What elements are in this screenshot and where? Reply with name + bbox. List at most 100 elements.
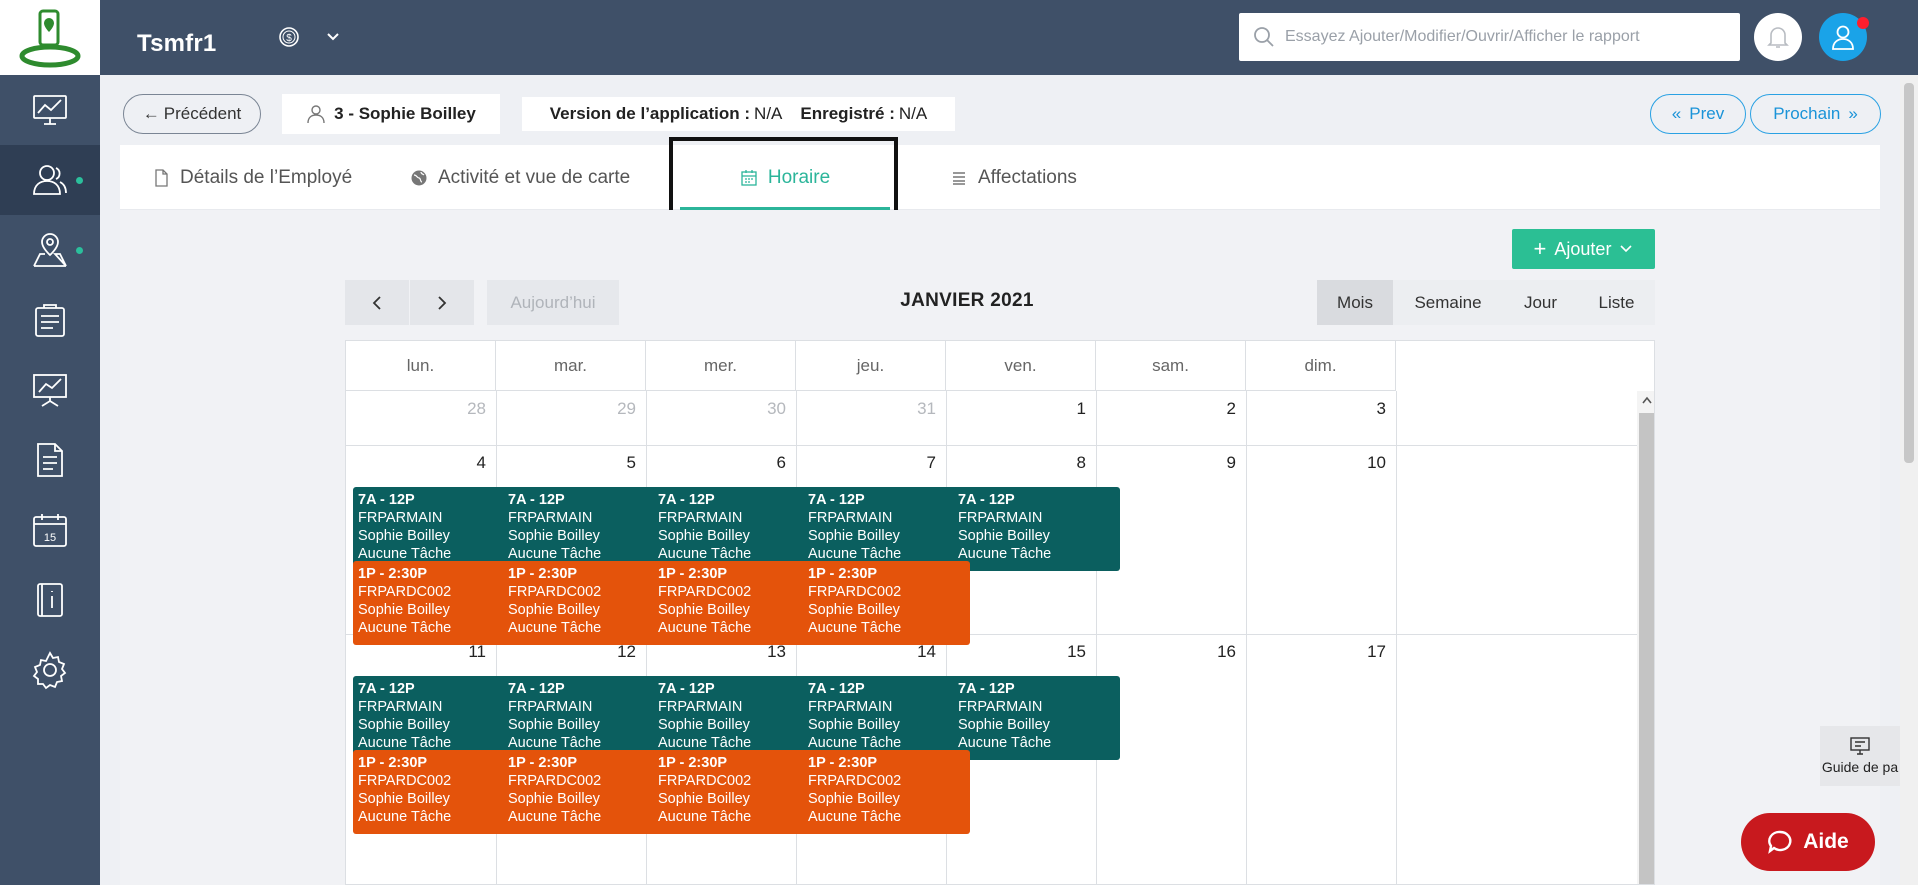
sidebar-item-info[interactable] — [0, 565, 100, 635]
scrollbar-thumb[interactable] — [1639, 413, 1654, 884]
day-number[interactable]: 8 — [1046, 453, 1086, 473]
next-employee-button[interactable]: Prochain » — [1750, 94, 1881, 134]
schedule-event[interactable]: 7A - 12P FRPARMAIN Sophie Boilley Aucune Tâ… — [653, 676, 820, 760]
schedule-event[interactable]: 1P - 2:30P FRPARDC002 Sophie Boilley Aucune… — [803, 561, 970, 645]
day-number[interactable]: 28 — [446, 399, 486, 419]
event-location: FRPARMAIN — [658, 510, 743, 526]
event-task: Aucune Tâche — [358, 809, 452, 825]
event-task: Aucune Tâche — [658, 809, 752, 825]
tab-assignments[interactable]: Affectations — [950, 145, 1077, 210]
day-number[interactable]: 2 — [1196, 399, 1236, 419]
view-week-button[interactable]: Semaine — [1393, 280, 1503, 325]
schedule-event[interactable]: 7A - 12P FRPARMAIN Sophie Boilley Aucune Tâ… — [503, 676, 670, 760]
chevron-down-icon[interactable] — [325, 30, 341, 48]
tab-schedule[interactable]: Horaire — [680, 145, 890, 210]
day-number[interactable]: 31 — [896, 399, 936, 419]
view-day-button[interactable]: Jour — [1503, 280, 1578, 325]
day-number[interactable]: 15 — [1046, 642, 1086, 662]
sidebar-item-settings[interactable] — [0, 635, 100, 705]
column-divider — [1096, 391, 1097, 884]
sidebar-item-tasks[interactable] — [0, 285, 100, 355]
day-number[interactable]: 6 — [746, 453, 786, 473]
employees-icon — [33, 165, 67, 195]
scroll-up-icon[interactable] — [1641, 395, 1653, 405]
schedule-event[interactable]: 7A - 12P FRPARMAIN Sophie Boilley Aucune Tâ… — [653, 487, 820, 571]
add-button[interactable]: + Ajouter — [1512, 229, 1655, 269]
day-number[interactable]: 10 — [1346, 453, 1386, 473]
tab-employee-details[interactable]: Détails de l’Employé — [152, 145, 352, 210]
schedule-event[interactable]: 7A - 12P FRPARMAIN Sophie Boilley Aucune Tâ… — [353, 676, 520, 760]
view-month-button[interactable]: Mois — [1317, 280, 1393, 325]
back-button[interactable]: ← Précédent — [123, 94, 261, 134]
schedule-event[interactable]: 1P - 2:30P FRPARDC002 Sophie Boilley Aucune… — [503, 561, 670, 645]
prev-employee-button[interactable]: « Prev — [1650, 94, 1746, 134]
weekday-header: jeu. — [796, 341, 946, 391]
page-scrollbar[interactable] — [1900, 75, 1918, 885]
user-menu-button[interactable] — [1819, 13, 1869, 61]
event-task: Aucune Tâche — [358, 620, 452, 636]
sidebar-item-documents[interactable] — [0, 425, 100, 495]
help-button[interactable]: Aide — [1741, 813, 1875, 871]
scrollbar-thumb[interactable] — [1904, 83, 1914, 463]
month-calendar: lun. mar. mer. jeu. ven. sam. dim. 28 29 30 31 1 2 3 4… — [345, 340, 1655, 885]
day-number[interactable]: 29 — [596, 399, 636, 419]
currency-icon[interactable]: $ — [278, 26, 300, 53]
schedule-event[interactable]: 1P - 2:30P FRPARDC002 Sophie Boilley Aucune… — [653, 561, 820, 645]
schedule-event[interactable]: 7A - 12P FRPARMAIN Sophie Boilley Aucune Tâ… — [503, 487, 670, 571]
day-number[interactable]: 17 — [1346, 642, 1386, 662]
schedule-event[interactable]: 1P - 2:30P FRPARDC002 Sophie Boilley Aucune… — [803, 750, 970, 834]
calendar-scrollbar[interactable] — [1637, 391, 1654, 884]
event-time: 1P - 2:30P — [658, 566, 728, 582]
event-employee: Sophie Boilley — [808, 717, 900, 733]
event-task: Aucune Tâche — [958, 735, 1052, 751]
day-number[interactable]: 1 — [1046, 399, 1086, 419]
today-button[interactable]: Aujourd’hui — [487, 280, 619, 325]
version-value: N/A — [754, 104, 783, 123]
arrow-left-icon: ← — [142, 104, 160, 123]
event-time: 1P - 2:30P — [808, 755, 878, 771]
event-location: FRPARMAIN — [808, 510, 893, 526]
double-chevron-right-icon: » — [1848, 104, 1858, 123]
calendar-title: JANVIER 2021 — [900, 290, 1034, 311]
column-divider — [1396, 391, 1397, 884]
calendar-icon: 15 — [33, 514, 67, 547]
schedule-event[interactable]: 7A - 12P FRPARMAIN Sophie Boilley Aucune Tâ… — [803, 676, 970, 760]
day-number[interactable]: 7 — [896, 453, 936, 473]
day-number[interactable]: 4 — [446, 453, 486, 473]
day-number[interactable]: 16 — [1196, 642, 1236, 662]
view-list-button[interactable]: Liste — [1578, 280, 1655, 325]
tab-activity-map[interactable]: Activité et vue de carte — [410, 145, 630, 210]
plus-icon: + — [1533, 236, 1547, 261]
day-number[interactable]: 13 — [746, 642, 786, 662]
sidebar-item-reports[interactable] — [0, 355, 100, 425]
event-employee: Sophie Boilley — [808, 791, 900, 807]
sidebar-item-map[interactable] — [0, 215, 100, 285]
page-guide-widget[interactable]: Guide de pa — [1820, 726, 1900, 786]
search-input[interactable] — [1285, 28, 1725, 46]
sidebar-item-calendar[interactable]: 15 — [0, 495, 100, 565]
app-logo[interactable] — [0, 0, 100, 75]
event-location: FRPARMAIN — [358, 510, 443, 526]
schedule-event[interactable]: 1P - 2:30P FRPARDC002 Sophie Boilley Aucune… — [353, 561, 520, 645]
calendar-next-button[interactable] — [410, 280, 474, 325]
day-number[interactable]: 14 — [896, 642, 936, 662]
day-number[interactable]: 9 — [1196, 453, 1236, 473]
schedule-event[interactable]: 1P - 2:30P FRPARDC002 Sophie Boilley Aucune… — [503, 750, 670, 834]
sidebar-item-employees[interactable] — [0, 145, 100, 215]
schedule-event[interactable]: 7A - 12P FRPARMAIN Sophie Boilley Aucune Tâ… — [953, 487, 1120, 571]
calendar-prev-button[interactable] — [345, 280, 409, 325]
notifications-button[interactable] — [1754, 13, 1802, 61]
day-number[interactable]: 3 — [1346, 399, 1386, 419]
day-number[interactable]: 5 — [596, 453, 636, 473]
schedule-event[interactable]: 7A - 12P FRPARMAIN Sophie Boilley Aucune Tâ… — [803, 487, 970, 571]
day-number[interactable]: 11 — [446, 642, 486, 662]
sidebar-item-dashboard[interactable] — [0, 75, 100, 145]
schedule-event[interactable]: 1P - 2:30P FRPARDC002 Sophie Boilley Aucune… — [353, 750, 520, 834]
event-location: FRPARMAIN — [508, 510, 593, 526]
event-location: FRPARDC002 — [658, 773, 752, 789]
day-number[interactable]: 12 — [596, 642, 636, 662]
day-number[interactable]: 30 — [746, 399, 786, 419]
schedule-event[interactable]: 1P - 2:30P FRPARDC002 Sophie Boilley Aucune… — [653, 750, 820, 834]
schedule-event[interactable]: 7A - 12P FRPARMAIN Sophie Boilley Aucune Tâ… — [953, 676, 1120, 760]
schedule-event[interactable]: 7A - 12P FRPARMAIN Sophie Boilley Aucune Tâ… — [353, 487, 520, 571]
